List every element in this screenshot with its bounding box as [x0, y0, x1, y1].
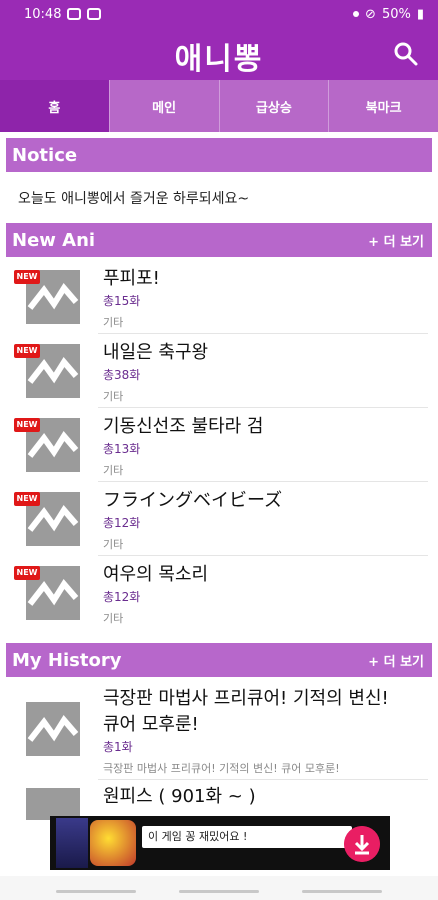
item-title: 내일은 축구왕 — [103, 342, 209, 363]
notice-text: 오늘도 애니뽕에서 즐거운 하루되세요~ — [18, 191, 250, 207]
tab-trending[interactable]: 급상승 — [218, 80, 329, 132]
item-genre: 기타 — [103, 390, 124, 403]
wifi-icon — [353, 11, 360, 17]
new-ani-item[interactable]: NEW フライングベイビーズ 총12화 기타 — [0, 482, 438, 556]
status-bar: 10:48 ⊘ 50% ▮ — [0, 0, 438, 28]
item-title-line1: 원피스 ( 901화 ~ ) — [103, 786, 256, 807]
new-badge: NEW — [14, 492, 40, 506]
new-ani-item[interactable]: NEW 푸피포! 총15화 기타 — [0, 260, 438, 334]
item-episodes: 총12화 — [103, 516, 141, 530]
item-genre: 기타 — [103, 612, 124, 625]
item-episodes: 총15화 — [103, 294, 141, 308]
ad-game-icon — [90, 820, 136, 866]
new-badge: NEW — [14, 344, 40, 358]
nav-home[interactable] — [179, 890, 259, 893]
item-title: フライングベイビーズ — [103, 490, 283, 511]
item-episodes: 총13화 — [103, 442, 141, 456]
new-ani-heading: New Ani — [12, 229, 96, 251]
new-badge: NEW — [14, 418, 40, 432]
ad-banner[interactable]: 이 게임 꽁 재밌어요 ! — [50, 816, 390, 870]
item-title: 기동신선조 불타라 검 — [103, 416, 264, 437]
new-ani-item[interactable]: NEW 내일은 축구왕 총38화 기타 — [0, 334, 438, 408]
history-header: My History + 더 보기 — [6, 643, 432, 677]
download-icon[interactable] — [344, 826, 380, 862]
history-heading: My History — [12, 649, 122, 671]
system-nav-bar — [0, 876, 438, 900]
ad-image — [56, 818, 88, 868]
notification-icon — [67, 8, 82, 20]
item-title: 여우의 목소리 — [103, 564, 209, 585]
new-ani-item[interactable]: NEW 여우의 목소리 총12화 기타 — [0, 556, 438, 630]
dnd-icon: ⊘ — [365, 6, 376, 22]
tab-bookmark[interactable]: 북마크 — [328, 80, 438, 132]
message-icon — [87, 8, 102, 20]
item-genre: 기타 — [103, 316, 124, 329]
notice-header: Notice — [6, 138, 432, 172]
app-bar: 애니뽕 — [0, 28, 438, 80]
history-item[interactable]: 극장판 마법사 프리큐어! 기적의 변신! 큐어 모후룬! 총1화 극장판 마법… — [0, 680, 438, 780]
tab-main[interactable]: 메인 — [108, 80, 219, 132]
new-ani-item[interactable]: NEW 기동신선조 불타라 검 총13화 기타 — [0, 408, 438, 482]
item-genre: 기타 — [103, 464, 124, 477]
new-badge: NEW — [14, 566, 40, 580]
item-title: 푸피포! — [103, 268, 160, 289]
tab-bar: 홈 메인 급상승 북마크 — [0, 80, 438, 132]
ad-text: 이 게임 꽁 재밌어요 ! — [142, 826, 352, 848]
item-episodes: 총12화 — [103, 590, 141, 604]
tab-home[interactable]: 홈 — [0, 80, 109, 132]
battery-icon: ▮ — [416, 6, 424, 22]
status-time: 10:48 — [24, 6, 62, 22]
item-subtitle: 극장판 마법사 프리큐어! 기적의 변신! 큐어 모후룬! — [103, 762, 340, 775]
history-more-link[interactable]: + 더 보기 — [368, 651, 424, 670]
nav-recents[interactable] — [302, 890, 382, 893]
app-title: 애니뽕 — [174, 42, 264, 77]
history-item[interactable]: 원피스 ( 901화 ~ ) — [0, 780, 438, 820]
new-ani-more-link[interactable]: + 더 보기 — [368, 231, 424, 250]
item-episodes: 총38화 — [103, 368, 141, 382]
item-title-line2: 큐어 모후룬! — [103, 714, 199, 735]
new-badge: NEW — [14, 270, 40, 284]
search-icon[interactable] — [392, 40, 420, 68]
item-episodes: 총1화 — [103, 740, 133, 754]
item-genre: 기타 — [103, 538, 124, 551]
battery-text: 50% — [381, 6, 411, 22]
new-ani-header: New Ani + 더 보기 — [6, 223, 432, 257]
nav-back[interactable] — [56, 890, 136, 893]
thumbnail-placeholder-icon — [26, 702, 80, 756]
item-title-line1: 극장판 마법사 프리큐어! 기적의 변신! — [103, 688, 389, 709]
notice-heading: Notice — [12, 144, 78, 166]
